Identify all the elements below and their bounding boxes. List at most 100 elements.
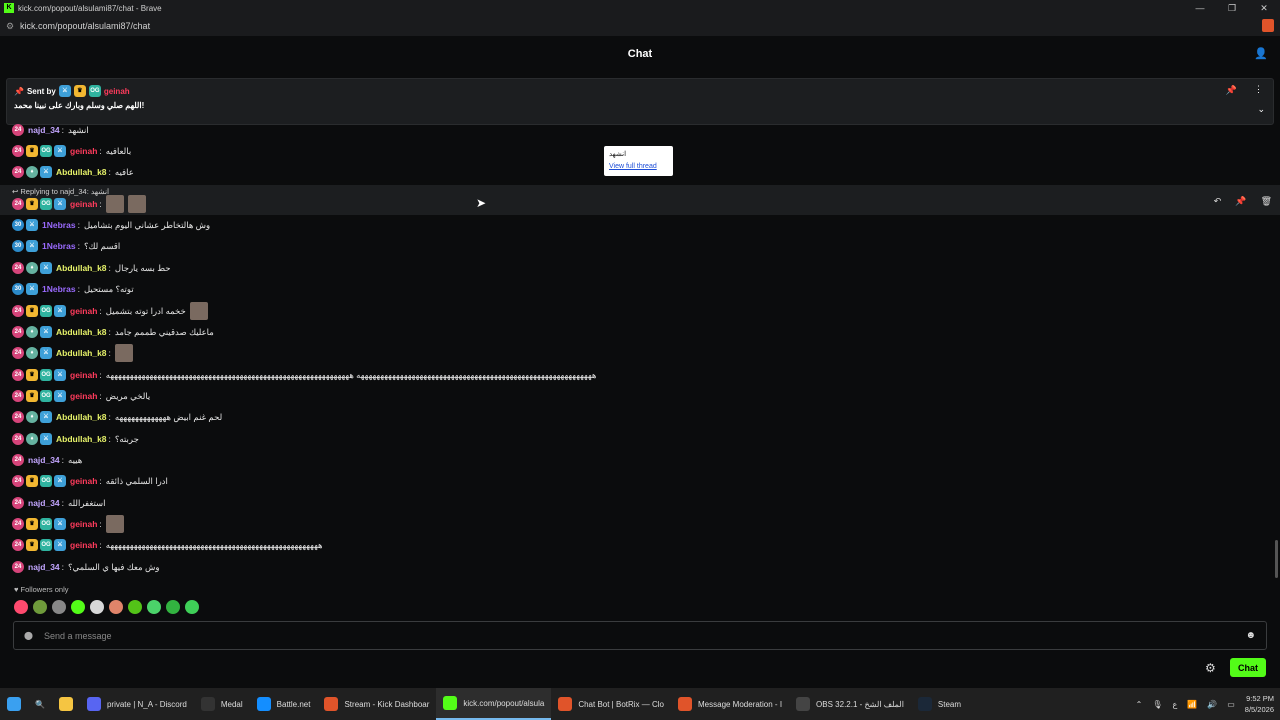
- sword-badge-icon[interactable]: ⚔: [54, 518, 66, 530]
- sword-badge-icon[interactable]: ⚔: [40, 433, 52, 445]
- sword-badge-icon[interactable]: ⚔: [26, 240, 38, 252]
- crown-badge-icon[interactable]: ♛: [26, 475, 38, 487]
- send-chat-button[interactable]: Chat: [1230, 658, 1266, 677]
- chat-message[interactable]: 24 najd_34: وش معك فيها ي السلمي؟: [12, 560, 159, 574]
- subscriber-badge-icon[interactable]: 30: [12, 283, 24, 295]
- subscriber-badge-icon[interactable]: 24: [12, 262, 24, 274]
- chat-message[interactable]: 30 ⚔ 1Nebras: توته؟ مستحيل: [12, 282, 134, 296]
- crown-badge-icon[interactable]: ♛: [26, 198, 38, 210]
- crown-badge-icon[interactable]: ♛: [26, 518, 38, 530]
- emote-image[interactable]: [105, 195, 124, 213]
- vip-badge-icon[interactable]: ♦: [26, 326, 38, 338]
- og-badge-icon[interactable]: OG: [40, 369, 52, 381]
- chat-message[interactable]: 30 ⚔ 1Nebras: وش هالتخاطر عشاني اليوم بتشام…: [12, 218, 210, 232]
- chat-username[interactable]: najd_34: [28, 562, 60, 572]
- sword-badge-icon[interactable]: ⚔: [54, 475, 66, 487]
- vip-badge-icon[interactable]: ♦: [26, 262, 38, 274]
- subscriber-badge-icon[interactable]: 24: [12, 518, 24, 530]
- chat-message[interactable]: 24 ♛ OG ⚔ geinah: يالخي مريض: [12, 389, 150, 403]
- taskbar-app[interactable]: Chat Bot | BotRix — Clo: [551, 688, 671, 720]
- chevron-up-icon[interactable]: ⌃: [1136, 700, 1143, 709]
- chat-username[interactable]: geinah: [70, 306, 97, 316]
- start-button[interactable]: [0, 688, 28, 720]
- emote-image[interactable]: [105, 515, 124, 533]
- chat-scrollbar[interactable]: [1275, 540, 1278, 578]
- taskbar-app[interactable]: Message Moderation - I: [671, 688, 789, 720]
- sword-badge-icon[interactable]: ⚔: [54, 539, 66, 551]
- vip-badge-icon[interactable]: ♦: [26, 347, 38, 359]
- chat-username[interactable]: geinah: [70, 540, 97, 550]
- subscriber-badge-icon[interactable]: 24: [12, 347, 24, 359]
- subscriber-badge-icon[interactable]: 24: [12, 369, 24, 381]
- wifi-icon[interactable]: 📶: [1187, 700, 1197, 709]
- chat-username[interactable]: Abdullah_k8: [56, 412, 107, 422]
- emote-image[interactable]: [114, 344, 133, 362]
- subscriber-badge-icon[interactable]: 24: [12, 411, 24, 423]
- volume-icon[interactable]: 🔊: [1207, 700, 1217, 709]
- chat-username[interactable]: geinah: [70, 519, 97, 529]
- close-icon[interactable]: ✕: [1248, 0, 1280, 16]
- sword-badge-icon[interactable]: ⚔: [40, 347, 52, 359]
- chat-message-list[interactable]: 24 najd_34: انشهد 24 ♛ OG ⚔ geinah: بالعافيه 24 ♦ ⚔…: [0, 123, 1280, 580]
- crown-badge-icon[interactable]: ♛: [26, 369, 38, 381]
- chat-username[interactable]: Abdullah_k8: [56, 348, 107, 358]
- users-icon[interactable]: 👤: [1254, 47, 1268, 60]
- subscriber-badge-icon[interactable]: 24: [12, 390, 24, 402]
- settings-gear-icon[interactable]: ⚙: [1205, 661, 1216, 675]
- sword-badge-icon[interactable]: ⚔: [54, 390, 66, 402]
- taskbar-app[interactable]: private | N_A - Discord: [80, 688, 194, 720]
- subscriber-badge-icon[interactable]: 24: [12, 561, 24, 573]
- chat-message[interactable]: 24 ♦ ⚔ Abdullah_k8: لحم غنم ابيض ههههههههههه…: [12, 410, 222, 424]
- brave-shield-icon[interactable]: [1262, 19, 1274, 32]
- chat-username[interactable]: geinah: [70, 146, 97, 156]
- chat-username[interactable]: 1Nebras: [42, 284, 76, 294]
- subscriber-badge-icon[interactable]: 24: [12, 145, 24, 157]
- chat-message[interactable]: 24 ♛ OG ⚔ geinah: ههههههههههههههههههههههههههه…: [12, 368, 596, 382]
- message-input-box[interactable]: ⬤ ☻: [13, 621, 1267, 650]
- chat-message[interactable]: 24 najd_34: انشهد: [12, 123, 89, 137]
- subscriber-badge-icon[interactable]: 24: [12, 454, 24, 466]
- unpin-icon[interactable]: 📌: [1226, 85, 1237, 96]
- taskbar-app[interactable]: OBS 32.2.1 - الملف الشخ: [789, 688, 911, 720]
- chat-message[interactable]: 24 ♦ ⚔ Abdullah_k8: ماعليك صدقيني طممم جامد: [12, 325, 214, 339]
- chat-username[interactable]: najd_34: [28, 455, 60, 465]
- og-badge-icon[interactable]: OG: [40, 145, 52, 157]
- taskbar-app[interactable]: Stream - Kick Dashboar: [317, 688, 436, 720]
- subscriber-badge-icon[interactable]: 24: [12, 497, 24, 509]
- maximize-icon[interactable]: ❐: [1216, 0, 1248, 16]
- chat-message[interactable]: 24 ♛ OG ⚔ geinah:: [12, 515, 124, 533]
- crown-badge-icon[interactable]: ♛: [26, 539, 38, 551]
- emote-icon[interactable]: [90, 600, 104, 614]
- og-badge-icon[interactable]: OG: [40, 390, 52, 402]
- vip-badge-icon[interactable]: ♦: [26, 411, 38, 423]
- taskbar-app[interactable]: Medal: [194, 688, 250, 720]
- chat-username[interactable]: geinah: [70, 476, 97, 486]
- more-options-icon[interactable]: ⋮: [1254, 84, 1263, 95]
- emote-icon[interactable]: [52, 600, 66, 614]
- minimize-icon[interactable]: —: [1184, 0, 1216, 16]
- chat-message[interactable]: 30 ⚔ 1Nebras: اقسم لك؟: [12, 239, 120, 253]
- chat-message[interactable]: 24 ♛ OG ⚔ geinah: ههههههههههههههههههههههههههه…: [12, 538, 322, 552]
- emote-icon[interactable]: [14, 600, 28, 614]
- subscriber-badge-icon[interactable]: 24: [12, 433, 24, 445]
- vip-badge-icon[interactable]: ♦: [26, 166, 38, 178]
- subscriber-badge-icon[interactable]: 24: [12, 539, 24, 551]
- chat-username[interactable]: Abdullah_k8: [56, 434, 107, 444]
- chat-username[interactable]: najd_34: [28, 125, 60, 135]
- site-settings-icon[interactable]: ⚙: [0, 21, 20, 32]
- emote-image[interactable]: [189, 302, 208, 320]
- crown-badge-icon[interactable]: ♛: [26, 390, 38, 402]
- emote-icon[interactable]: [33, 600, 47, 614]
- pinned-username[interactable]: geinah: [104, 87, 130, 96]
- chevron-down-icon[interactable]: ⌄: [1257, 104, 1265, 115]
- chat-message[interactable]: 24 ♦ ⚔ Abdullah_k8: جربته؟: [12, 432, 139, 446]
- search-button[interactable]: 🔍: [28, 688, 52, 720]
- sword-badge-icon[interactable]: ⚔: [54, 145, 66, 157]
- emote-icon[interactable]: [71, 600, 85, 614]
- emote-icon[interactable]: [128, 600, 142, 614]
- clock[interactable]: 9:52 PM 8/5/2026: [1245, 693, 1274, 715]
- chat-message[interactable]: 24 najd_34: استغفرالله: [12, 496, 106, 510]
- chat-message[interactable]: 24 ♛ OG ⚔ geinah: ادرا السلمي ذائقه: [12, 474, 168, 488]
- subscriber-badge-icon[interactable]: 24: [12, 326, 24, 338]
- og-badge-icon[interactable]: OG: [40, 539, 52, 551]
